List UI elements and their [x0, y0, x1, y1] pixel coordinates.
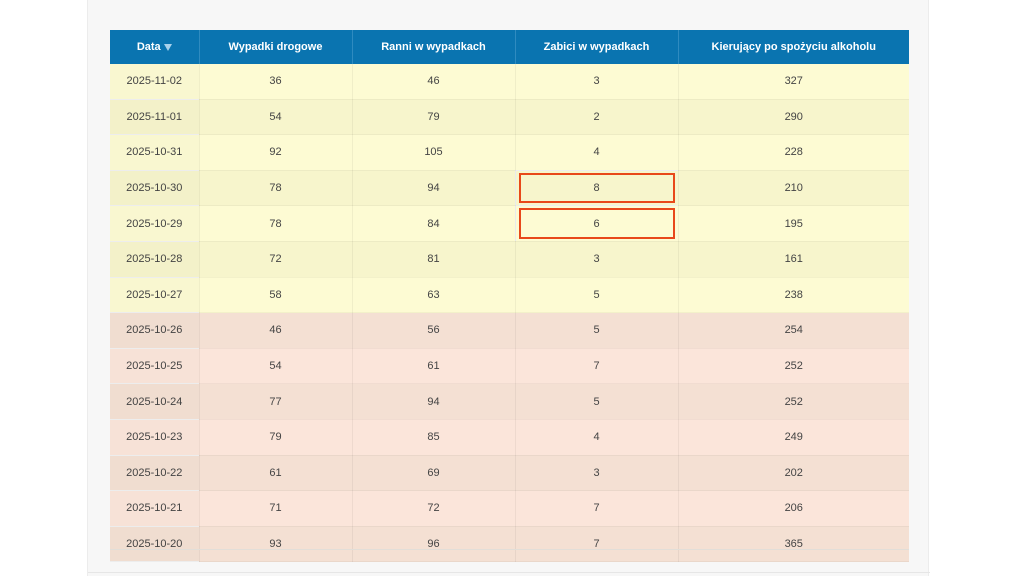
cell-killed: 3	[515, 455, 679, 492]
table-bottom-divider	[110, 549, 909, 550]
column-header-drunk-drivers[interactable]: Kierujący po spożyciu alkoholu	[678, 30, 909, 64]
cell-killed: 5	[515, 312, 679, 349]
cell-drunk-drivers: 327	[678, 64, 909, 100]
table-header-row: Data Wypadki drogowe Ranni w wypadkach Z…	[110, 30, 909, 64]
table-body: 2025-11-02 36 46 3 327 2025-11-01 54 79 2 290 2025…	[110, 64, 909, 563]
table-row[interactable]: 2025-10-20 93 96 7 365	[110, 526, 909, 563]
table-row[interactable]: 2025-10-27 58 63 5 238	[110, 277, 909, 314]
cell-accidents: 58	[199, 277, 353, 314]
cell-date: 2025-11-02	[110, 64, 200, 100]
cell-drunk-drivers: 195	[678, 205, 909, 242]
table-row[interactable]: 2025-11-01 54 79 2 290	[110, 99, 909, 136]
cell-injured: 94	[352, 383, 516, 420]
cell-drunk-drivers: 210	[678, 170, 909, 207]
cell-drunk-drivers: 206	[678, 490, 909, 527]
table-row[interactable]: 2025-10-22 61 69 3 202	[110, 455, 909, 492]
cell-injured: 46	[352, 64, 516, 100]
sort-desc-icon[interactable]	[163, 44, 172, 51]
cell-drunk-drivers: 161	[678, 241, 909, 278]
cell-injured: 63	[352, 277, 516, 314]
cell-accidents: 78	[199, 205, 353, 242]
cell-injured: 94	[352, 170, 516, 207]
table-row[interactable]: 2025-10-28 72 81 3 161	[110, 241, 909, 278]
cell-killed: 3	[515, 241, 679, 278]
cell-drunk-drivers: 238	[678, 277, 909, 314]
cell-date: 2025-10-21	[110, 490, 200, 527]
cell-drunk-drivers: 228	[678, 134, 909, 171]
cell-drunk-drivers: 254	[678, 312, 909, 349]
cell-killed: 7	[515, 348, 679, 385]
cell-killed: 6	[515, 205, 679, 242]
cell-accidents: 71	[199, 490, 353, 527]
cell-injured: 105	[352, 134, 516, 171]
cell-date: 2025-10-23	[110, 419, 200, 456]
column-header-accidents[interactable]: Wypadki drogowe	[199, 30, 353, 64]
page-container: Data Wypadki drogowe Ranni w wypadkach Z…	[87, 0, 930, 576]
cell-killed: 4	[515, 134, 679, 171]
cell-killed: 8	[515, 170, 679, 207]
cell-drunk-drivers: 252	[678, 383, 909, 420]
cell-accidents: 46	[199, 312, 353, 349]
table-row[interactable]: 2025-10-30 78 94 8 210	[110, 170, 909, 207]
cell-killed: 5	[515, 277, 679, 314]
cell-accidents: 61	[199, 455, 353, 492]
cell-killed: 3	[515, 64, 679, 100]
cell-killed: 2	[515, 99, 679, 136]
cell-accidents: 78	[199, 170, 353, 207]
cell-killed: 4	[515, 419, 679, 456]
cell-injured: 69	[352, 455, 516, 492]
statistics-table: Data Wypadki drogowe Ranni w wypadkach Z…	[110, 30, 909, 563]
cell-injured: 72	[352, 490, 516, 527]
table-row[interactable]: 2025-10-29 78 84 6 195	[110, 205, 909, 242]
cell-killed: 5	[515, 383, 679, 420]
cell-accidents: 92	[199, 134, 353, 171]
cell-date: 2025-10-27	[110, 277, 200, 314]
cell-accidents: 36	[199, 64, 353, 100]
cell-drunk-drivers: 252	[678, 348, 909, 385]
column-header-date[interactable]: Data	[110, 30, 200, 64]
cell-accidents: 72	[199, 241, 353, 278]
column-header-killed[interactable]: Zabici w wypadkach	[515, 30, 679, 64]
cell-date: 2025-10-26	[110, 312, 200, 349]
cell-injured: 79	[352, 99, 516, 136]
table-row[interactable]: 2025-10-25 54 61 7 252	[110, 348, 909, 385]
cell-injured: 84	[352, 205, 516, 242]
table-row[interactable]: 2025-10-26 46 56 5 254	[110, 312, 909, 349]
table-row[interactable]: 2025-10-21 71 72 7 206	[110, 490, 909, 527]
cell-date: 2025-10-29	[110, 205, 200, 242]
cell-injured: 61	[352, 348, 516, 385]
cell-date: 2025-10-22	[110, 455, 200, 492]
cell-date: 2025-10-20	[110, 526, 200, 563]
footer-divider	[88, 572, 930, 573]
table-row[interactable]: 2025-10-23 79 85 4 249	[110, 419, 909, 456]
cell-accidents: 54	[199, 99, 353, 136]
cell-accidents: 54	[199, 348, 353, 385]
table-row[interactable]: 2025-10-31 92 105 4 228	[110, 134, 909, 171]
table-row[interactable]: 2025-11-02 36 46 3 327	[110, 64, 909, 100]
cell-killed: 7	[515, 490, 679, 527]
cell-injured: 81	[352, 241, 516, 278]
table-row[interactable]: 2025-10-24 77 94 5 252	[110, 383, 909, 420]
cell-date: 2025-10-24	[110, 383, 200, 420]
cell-accidents: 77	[199, 383, 353, 420]
cell-injured: 56	[352, 312, 516, 349]
statistics-table-container: Data Wypadki drogowe Ranni w wypadkach Z…	[110, 30, 909, 563]
cell-injured: 85	[352, 419, 516, 456]
cell-injured: 96	[352, 526, 516, 563]
cell-accidents: 79	[199, 419, 353, 456]
cell-drunk-drivers: 249	[678, 419, 909, 456]
cell-date: 2025-10-28	[110, 241, 200, 278]
cell-drunk-drivers: 290	[678, 99, 909, 136]
cell-date: 2025-10-30	[110, 170, 200, 207]
column-header-injured[interactable]: Ranni w wypadkach	[352, 30, 516, 64]
cell-drunk-drivers: 365	[678, 526, 909, 563]
cell-date: 2025-10-25	[110, 348, 200, 385]
cell-date: 2025-11-01	[110, 99, 200, 136]
cell-accidents: 93	[199, 526, 353, 563]
cell-drunk-drivers: 202	[678, 455, 909, 492]
cell-date: 2025-10-31	[110, 134, 200, 171]
cell-killed: 7	[515, 526, 679, 563]
